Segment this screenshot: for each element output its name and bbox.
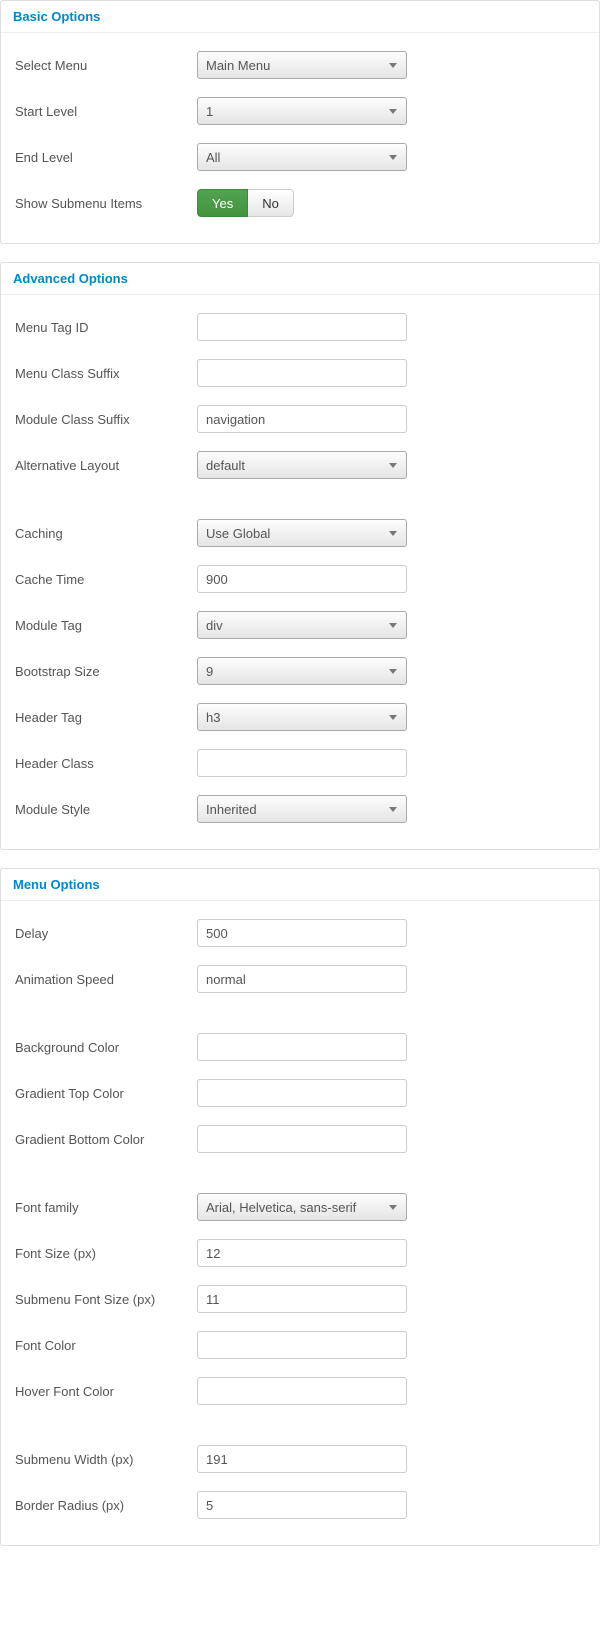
end-level-select[interactable]: All [197,143,407,171]
header-tag-row: Header Tag h3 [15,703,585,731]
font-family-label: Font family [15,1200,197,1215]
select-menu-select[interactable]: Main Menu [197,51,407,79]
menu-tag-id-label: Menu Tag ID [15,320,197,335]
module-class-suffix-label: Module Class Suffix [15,412,197,427]
caching-select[interactable]: Use Global [197,519,407,547]
menu-options-title[interactable]: Menu Options [1,869,599,901]
gradient-top-input[interactable] [197,1079,407,1107]
header-class-label: Header Class [15,756,197,771]
advanced-options-body: Menu Tag ID Menu Class Suffix Module Cla… [1,295,599,849]
caching-label: Caching [15,526,197,541]
delay-row: Delay [15,919,585,947]
module-style-select[interactable]: Inherited [197,795,407,823]
module-tag-label: Module Tag [15,618,197,633]
header-class-input[interactable] [197,749,407,777]
font-size-row: Font Size (px) [15,1239,585,1267]
module-class-suffix-row: Module Class Suffix [15,405,585,433]
gradient-bottom-input[interactable] [197,1125,407,1153]
bootstrap-size-label: Bootstrap Size [15,664,197,679]
advanced-options-title[interactable]: Advanced Options [1,263,599,295]
module-style-label: Module Style [15,802,197,817]
basic-options-panel: Basic Options Select Menu Main Menu Star… [0,0,600,244]
menu-tag-id-row: Menu Tag ID [15,313,585,341]
menu-tag-id-input[interactable] [197,313,407,341]
show-submenu-row: Show Submenu Items Yes No [15,189,585,217]
background-color-row: Background Color [15,1033,585,1061]
show-submenu-yes-button[interactable]: Yes [197,189,248,217]
alternative-layout-row: Alternative Layout default [15,451,585,479]
bootstrap-size-select[interactable]: 9 [197,657,407,685]
end-level-label: End Level [15,150,197,165]
cache-time-row: Cache Time [15,565,585,593]
module-class-suffix-input[interactable] [197,405,407,433]
gradient-top-row: Gradient Top Color [15,1079,585,1107]
select-menu-label: Select Menu [15,58,197,73]
alternative-layout-label: Alternative Layout [15,458,197,473]
cache-time-label: Cache Time [15,572,197,587]
delay-label: Delay [15,926,197,941]
font-color-row: Font Color [15,1331,585,1359]
border-radius-input[interactable] [197,1491,407,1519]
animation-speed-input[interactable] [197,965,407,993]
menu-options-panel: Menu Options Delay Animation Speed Backg… [0,868,600,1546]
show-submenu-label: Show Submenu Items [15,196,197,211]
submenu-width-label: Submenu Width (px) [15,1452,197,1467]
start-level-row: Start Level 1 [15,97,585,125]
header-tag-select[interactable]: h3 [197,703,407,731]
module-tag-row: Module Tag div [15,611,585,639]
hover-font-color-row: Hover Font Color [15,1377,585,1405]
basic-options-body: Select Menu Main Menu Start Level 1 End … [1,33,599,243]
font-size-input[interactable] [197,1239,407,1267]
cache-time-input[interactable] [197,565,407,593]
font-color-input[interactable] [197,1331,407,1359]
animation-speed-row: Animation Speed [15,965,585,993]
advanced-options-panel: Advanced Options Menu Tag ID Menu Class … [0,262,600,850]
bootstrap-size-row: Bootstrap Size 9 [15,657,585,685]
alternative-layout-select[interactable]: default [197,451,407,479]
font-family-select[interactable]: Arial, Helvetica, sans-serif [197,1193,407,1221]
border-radius-row: Border Radius (px) [15,1491,585,1519]
show-submenu-toggle: Yes No [197,189,294,217]
module-style-row: Module Style Inherited [15,795,585,823]
menu-class-suffix-input[interactable] [197,359,407,387]
gradient-bottom-row: Gradient Bottom Color [15,1125,585,1153]
hover-font-color-label: Hover Font Color [15,1384,197,1399]
submenu-width-row: Submenu Width (px) [15,1445,585,1473]
caching-row: Caching Use Global [15,519,585,547]
gradient-top-label: Gradient Top Color [15,1086,197,1101]
show-submenu-no-button[interactable]: No [248,189,294,217]
gradient-bottom-label: Gradient Bottom Color [15,1132,197,1147]
start-level-select[interactable]: 1 [197,97,407,125]
menu-class-suffix-label: Menu Class Suffix [15,366,197,381]
background-color-label: Background Color [15,1040,197,1055]
submenu-font-size-input[interactable] [197,1285,407,1313]
submenu-width-input[interactable] [197,1445,407,1473]
animation-speed-label: Animation Speed [15,972,197,987]
basic-options-title[interactable]: Basic Options [1,1,599,33]
delay-input[interactable] [197,919,407,947]
submenu-font-size-row: Submenu Font Size (px) [15,1285,585,1313]
background-color-input[interactable] [197,1033,407,1061]
select-menu-row: Select Menu Main Menu [15,51,585,79]
hover-font-color-input[interactable] [197,1377,407,1405]
font-family-row: Font family Arial, Helvetica, sans-serif [15,1193,585,1221]
menu-class-suffix-row: Menu Class Suffix [15,359,585,387]
header-class-row: Header Class [15,749,585,777]
font-color-label: Font Color [15,1338,197,1353]
submenu-font-size-label: Submenu Font Size (px) [15,1292,197,1307]
font-size-label: Font Size (px) [15,1246,197,1261]
end-level-row: End Level All [15,143,585,171]
module-tag-select[interactable]: div [197,611,407,639]
border-radius-label: Border Radius (px) [15,1498,197,1513]
header-tag-label: Header Tag [15,710,197,725]
start-level-label: Start Level [15,104,197,119]
menu-options-body: Delay Animation Speed Background Color G… [1,901,599,1545]
